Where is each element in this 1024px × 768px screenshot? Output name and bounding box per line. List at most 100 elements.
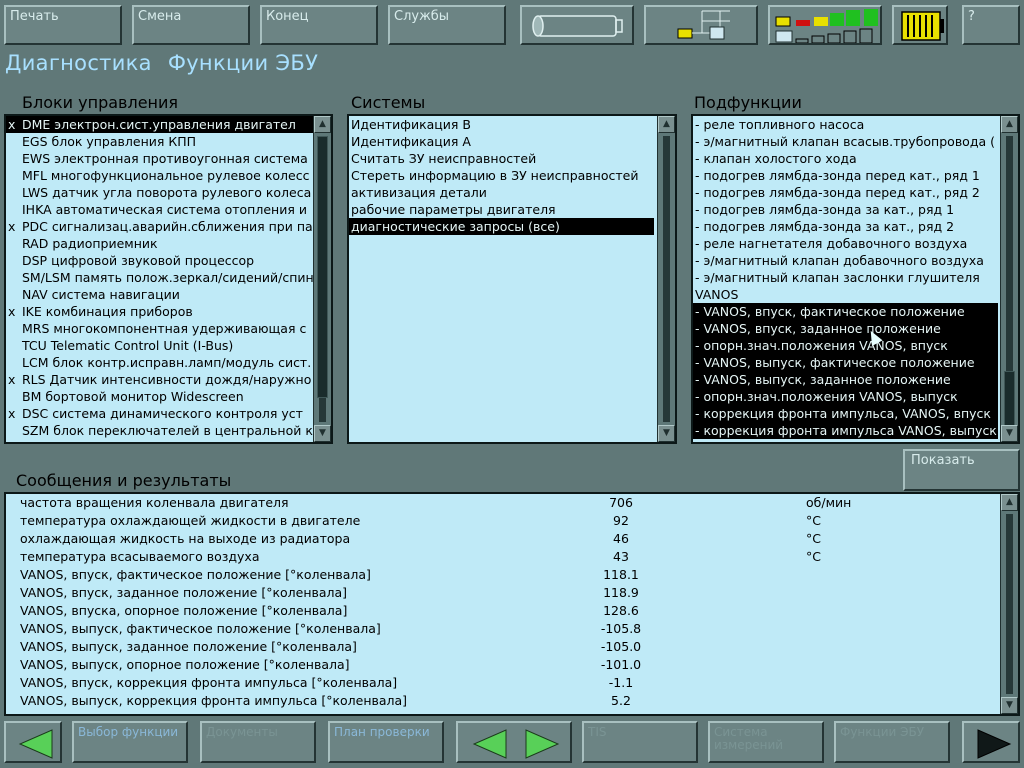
help-button[interactable]: ? <box>962 5 1020 45</box>
unit-mark: x <box>8 304 16 319</box>
shift-button[interactable]: Смена <box>132 5 250 45</box>
subfunctions-list-item[interactable]: - подогрев лямбда-зонда за кат., ряд 1 <box>693 201 998 218</box>
subfunctions-list-item[interactable]: - клапан холостого хода <box>693 150 998 167</box>
scroll-down-icon[interactable]: ▼ <box>1001 697 1018 714</box>
scroll-up-icon[interactable]: ▲ <box>1001 494 1018 511</box>
nav-arrows-button[interactable] <box>456 721 572 763</box>
units-list-item[interactable]: TCU Telematic Control Unit (I-Bus) <box>6 337 314 354</box>
test-plan-label: План проверки <box>334 725 430 739</box>
back-button[interactable] <box>4 721 62 763</box>
page-title: Диагностика Функции ЭБУ <box>5 51 334 75</box>
battery-icon-button[interactable] <box>892 5 948 45</box>
cylinder-icon-button[interactable] <box>520 5 634 45</box>
subfunctions-list-item[interactable]: - опорн.знач.положения VANOS, впуск <box>693 337 998 354</box>
select-function-button[interactable]: Выбор функции <box>72 721 188 763</box>
units-list-item[interactable]: x DME электрон.сист.управления двигател <box>6 116 314 133</box>
subfunctions-list-item[interactable]: - э/магнитный клапан добавочного воздуха <box>693 252 998 269</box>
scroll-down-icon[interactable]: ▼ <box>658 425 675 442</box>
forward-button[interactable] <box>962 721 1020 763</box>
units-list-item[interactable]: NAV система навигации <box>6 286 314 303</box>
subfunctions-list-item[interactable]: - VANOS, выпуск, заданное положение <box>693 371 998 388</box>
results-list[interactable]: частота вращения коленвала двигателя 706 о… <box>4 492 1020 716</box>
systems-list-item[interactable]: Идентификация B <box>349 116 654 133</box>
services-button[interactable]: Службы <box>388 5 506 45</box>
tis-button[interactable]: TIS <box>582 721 698 763</box>
network-icon-button[interactable] <box>644 5 758 45</box>
scroll-down-icon[interactable]: ▼ <box>1001 425 1018 442</box>
unit-label: LCM блок контр.исправн.ламп/модуль сист. <box>22 355 312 370</box>
units-list-item[interactable]: BM бортовой монитор Widescreen <box>6 388 314 405</box>
units-list-item[interactable]: LWS датчик угла поворота рулевого колеса <box>6 184 314 201</box>
unit-label: TCU Telematic Control Unit (I-Bus) <box>22 338 234 353</box>
systems-list-item[interactable]: рабочие параметры двигателя <box>349 201 654 218</box>
units-list-item[interactable]: IHKA автоматическая система отопления и <box>6 201 314 218</box>
unit-mark: x <box>8 406 16 421</box>
systems-list-item[interactable]: диагностические запросы (все) <box>349 218 654 235</box>
subfunctions-list-item[interactable]: VANOS <box>693 286 998 303</box>
units-list[interactable]: x DME электрон.сист.управления двигател EG… <box>4 114 333 444</box>
subfunctions-list-item[interactable]: - коррекция фронта импульса VANOS, выпус… <box>693 422 998 439</box>
subfunctions-list-item[interactable]: - подогрев лямбда-зонда за кат., ряд 2 <box>693 218 998 235</box>
units-list-item[interactable]: x DSC система динамического контроля уст <box>6 405 314 422</box>
units-list-item[interactable]: x RLS Датчик интенсивности дождя/наружно <box>6 371 314 388</box>
systems-list-item[interactable]: Считать ЗУ неисправностей <box>349 150 654 167</box>
documents-button[interactable]: Документы <box>200 721 316 763</box>
units-list-item[interactable]: EGS блок управления КПП <box>6 133 314 150</box>
subfunctions-list-item[interactable]: - реле топливного насоса <box>693 116 998 133</box>
systems-list-item[interactable]: Стереть информацию в ЗУ неисправностей <box>349 167 654 184</box>
subfunctions-list-item[interactable]: - подогрев лямбда-зонда перед кат., ряд … <box>693 167 998 184</box>
scroll-track[interactable] <box>1006 514 1013 694</box>
units-scrollbar[interactable]: ▲ ▼ <box>313 116 331 442</box>
signal-bars-icon <box>775 9 878 44</box>
units-list-item[interactable]: MFL многофункциональное рулевое колесс <box>6 167 314 184</box>
unit-label: IHKA автоматическая система отопления и <box>22 202 307 217</box>
scroll-thumb[interactable] <box>1004 371 1015 426</box>
subfunctions-scrollbar[interactable]: ▲ ▼ <box>1000 116 1018 442</box>
systems-list-item[interactable]: Идентификация A <box>349 133 654 150</box>
scroll-up-icon[interactable]: ▲ <box>314 116 331 133</box>
test-plan-button[interactable]: План проверки <box>328 721 444 763</box>
subfunctions-list-item[interactable]: - подогрев лямбда-зонда перед кат., ряд … <box>693 184 998 201</box>
units-list-item[interactable]: x PDC сигнализац.аварийн.сближения при па <box>6 218 314 235</box>
units-list-item[interactable]: SM/LSM память полож.зеркал/сидений/спин <box>6 269 314 286</box>
units-list-item[interactable]: LCM блок контр.исправн.ламп/модуль сист. <box>6 354 314 371</box>
print-button[interactable]: Печать <box>4 5 122 45</box>
subfunctions-list-item[interactable]: - реле нагнетателя добавочного воздуха <box>693 235 998 252</box>
subfunctions-list[interactable]: - реле топливного насоса - э/магнитный кл… <box>691 114 1020 444</box>
units-list-item[interactable]: EWS электронная противоугонная система <box>6 150 314 167</box>
subfunctions-list-item[interactable]: - VANOS, выпуск, фактическое положение <box>693 354 998 371</box>
subfunctions-list-item[interactable]: - коррекция фронта импульса, VANOS, впус… <box>693 405 998 422</box>
scroll-thumb[interactable] <box>317 136 328 398</box>
ecu-functions-button[interactable]: Функции ЭБУ <box>834 721 950 763</box>
units-list-item[interactable]: RAD радиоприемник <box>6 235 314 252</box>
measure-icon-button[interactable] <box>768 5 882 45</box>
systems-list[interactable]: Идентификация B Идентификация A Считать ЗУ… <box>347 114 677 444</box>
result-value: 118.1 <box>603 567 639 582</box>
scroll-up-icon[interactable]: ▲ <box>658 116 675 133</box>
subfunctions-header: Подфункции <box>694 93 802 112</box>
result-name: температура всасываемого воздуха <box>20 549 260 564</box>
subfunctions-list-item[interactable]: - VANOS, впуск, фактическое положение <box>693 303 998 320</box>
scroll-up-icon[interactable]: ▲ <box>1001 116 1018 133</box>
tis-label: TIS <box>588 725 607 739</box>
systems-scrollbar[interactable]: ▲ ▼ <box>657 116 675 442</box>
systems-list-item[interactable]: активизация детали <box>349 184 654 201</box>
show-button[interactable]: Показать <box>903 449 1020 491</box>
result-value: -105.0 <box>600 639 642 654</box>
subfunctions-list-item[interactable]: - э/магнитный клапан заслонки глушителя <box>693 269 998 286</box>
result-value: 5.2 <box>611 693 631 708</box>
end-button[interactable]: Конец <box>260 5 378 45</box>
results-scrollbar[interactable]: ▲ ▼ <box>1000 494 1018 714</box>
subfunctions-list-item[interactable]: - опорн.знач.положения VANOS, выпуск <box>693 388 998 405</box>
unit-label: PDC сигнализац.аварийн.сближения при па <box>22 219 313 234</box>
scroll-down-icon[interactable]: ▼ <box>314 425 331 442</box>
units-list-item[interactable]: x IKE комбинация приборов <box>6 303 314 320</box>
subfunctions-list-item[interactable]: - э/магнитный клапан всасыв.трубопровода… <box>693 133 998 150</box>
units-list-item[interactable]: SZM блок переключателей в центральной к <box>6 422 314 439</box>
subfunctions-list-item[interactable]: - VANOS, впуск, заданное положение <box>693 320 998 337</box>
measurement-system-button[interactable]: Система измерений <box>708 721 824 763</box>
end-label: Конец <box>266 9 309 24</box>
units-list-item[interactable]: MRS многокомпонентная удерживающая с <box>6 320 314 337</box>
scroll-track[interactable] <box>663 136 670 422</box>
units-list-item[interactable]: DSP цифровой звуковой процессор <box>6 252 314 269</box>
